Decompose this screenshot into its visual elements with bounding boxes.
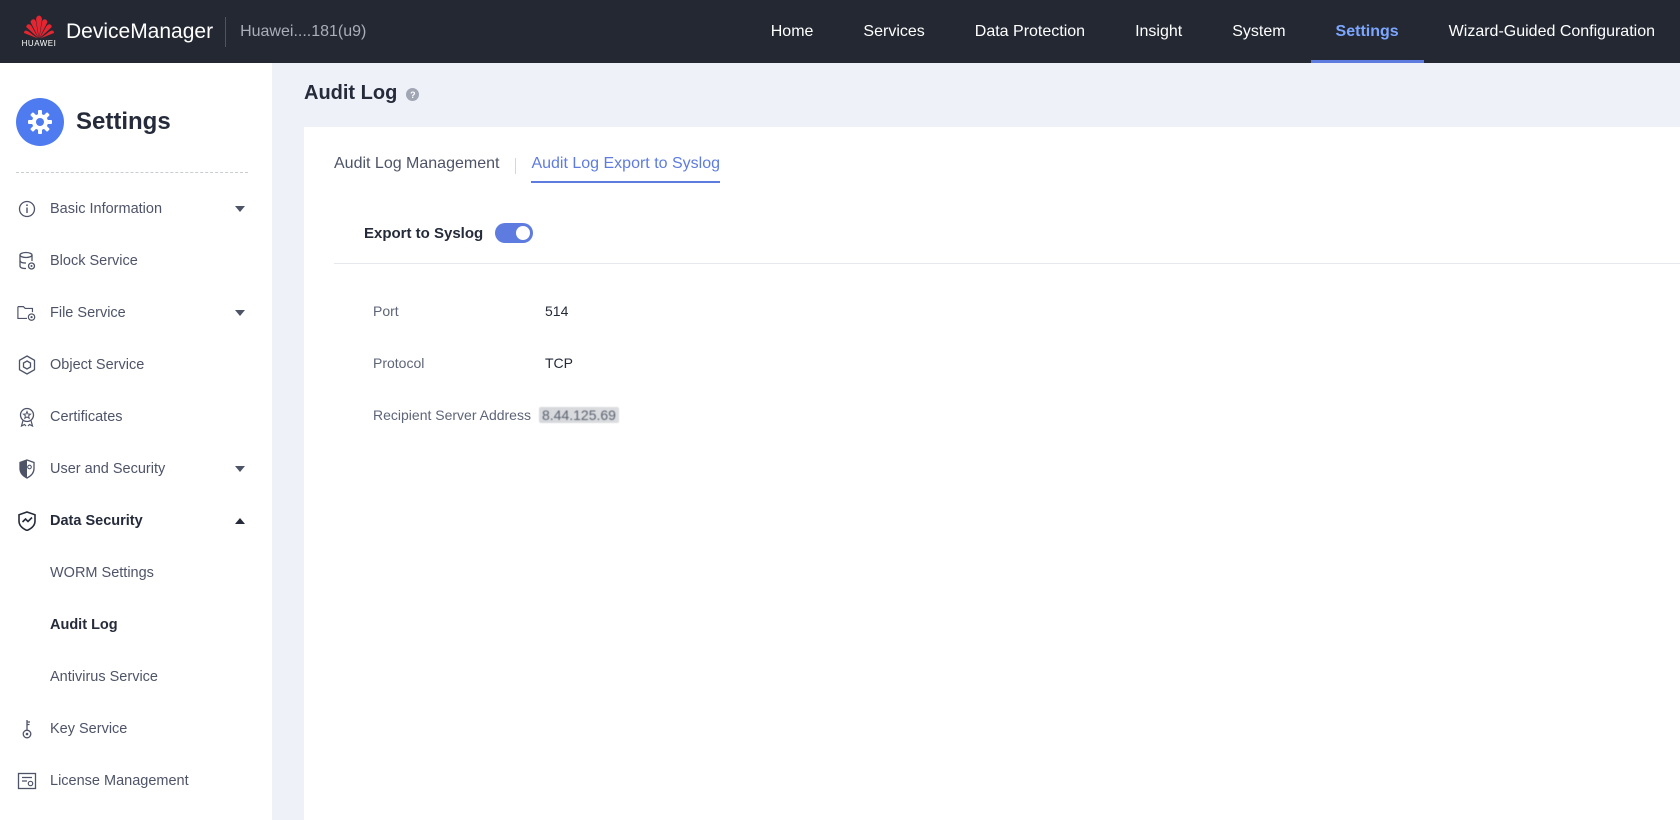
sidebar-item-user-and-security[interactable]: User and Security xyxy=(0,443,272,495)
database-icon xyxy=(17,251,37,271)
brand[interactable]: HUAWEI DeviceManager xyxy=(20,12,213,52)
sidebar-item-label: License Management xyxy=(50,773,189,789)
recipient-server-address-field: Recipient Server Address 8.44.125.69 xyxy=(373,407,619,423)
nav-settings[interactable]: Settings xyxy=(1310,0,1424,63)
sidebar-item-label: Certificates xyxy=(50,409,123,425)
app-name: DeviceManager xyxy=(66,19,214,43)
protocol-label: Protocol xyxy=(373,355,425,371)
port-value: 514 xyxy=(545,303,569,319)
sidebar-item-key-service[interactable]: Key Service xyxy=(0,703,272,755)
folder-gear-icon xyxy=(17,303,37,323)
nav-data-protection[interactable]: Data Protection xyxy=(950,0,1110,63)
protocol-field: Protocol TCP xyxy=(373,355,573,371)
badge-icon xyxy=(17,407,37,427)
sidebar-item-certificates[interactable]: Certificates xyxy=(0,391,272,443)
sidebar-item-worm-settings[interactable]: WORM Settings xyxy=(0,547,272,599)
huawei-logo: HUAWEI xyxy=(20,12,58,52)
sidebar-item-label: Key Service xyxy=(50,721,128,737)
chevron-down-icon[interactable] xyxy=(235,466,245,472)
top-bar: HUAWEI DeviceManager Huawei....181(u9) H… xyxy=(0,0,1680,63)
tab-audit-log-export-to-syslog[interactable]: Audit Log Export to Syslog xyxy=(531,155,721,183)
recipient-server-address-label: Recipient Server Address xyxy=(373,407,531,423)
export-to-syslog-switch[interactable] xyxy=(495,223,534,243)
sidebar-item-label: Basic Information xyxy=(50,201,163,217)
sidebar-item-block-service[interactable]: Block Service xyxy=(0,235,272,287)
key-icon xyxy=(17,719,37,739)
license-icon xyxy=(17,771,37,791)
shield-check-icon xyxy=(17,511,37,531)
sidebar: Settings Basic Information Block Service… xyxy=(0,63,272,820)
nav-wizard-guided-configuration[interactable]: Wizard-Guided Configuration xyxy=(1424,0,1680,63)
logo-text: HUAWEI xyxy=(21,39,57,48)
sidebar-menu: Basic Information Block Service File Ser… xyxy=(0,183,272,807)
sidebar-item-label: File Service xyxy=(50,305,126,321)
export-toggle-row: Export to Syslog xyxy=(364,223,534,243)
header-divider xyxy=(225,16,227,47)
recipient-server-address-value: 8.44.125.69 xyxy=(539,407,619,423)
port-label: Port xyxy=(373,303,399,319)
shield-icon xyxy=(17,459,37,479)
page-title: Audit Log xyxy=(304,82,398,104)
sidebar-item-label: Object Service xyxy=(50,357,145,373)
nav-insight[interactable]: Insight xyxy=(1110,0,1207,63)
device-name: Huawei....181(u9) xyxy=(240,22,367,40)
help-icon[interactable]: ? xyxy=(406,88,420,101)
protocol-value: TCP xyxy=(545,355,573,371)
port-field: Port 514 xyxy=(373,303,568,319)
nav-system[interactable]: System xyxy=(1207,0,1310,63)
info-icon xyxy=(17,199,37,219)
sidebar-item-label: User and Security xyxy=(50,461,166,477)
switch-knob xyxy=(516,226,531,240)
sidebar-item-audit-log[interactable]: Audit Log xyxy=(0,599,272,651)
nav-services[interactable]: Services xyxy=(838,0,949,63)
page-title-row: Audit Log ? xyxy=(304,82,420,105)
sidebar-header: Settings xyxy=(0,63,272,158)
sidebar-item-antivirus-service[interactable]: Antivirus Service xyxy=(0,651,272,703)
export-to-syslog-label: Export to Syslog xyxy=(364,224,484,242)
chevron-up-icon[interactable] xyxy=(235,518,245,524)
sidebar-title: Settings xyxy=(76,108,171,135)
tab-separator xyxy=(515,158,517,174)
huawei-logo-icon xyxy=(24,15,54,39)
sidebar-item-file-service[interactable]: File Service xyxy=(0,287,272,339)
main-nav: Home Services Data Protection Insight Sy… xyxy=(746,0,1680,63)
sidebar-separator xyxy=(16,172,248,173)
sidebar-item-basic-information[interactable]: Basic Information xyxy=(0,183,272,235)
tab-bar: Audit Log Management Audit Log Export to… xyxy=(334,155,721,183)
hexagon-icon xyxy=(17,355,37,375)
sidebar-item-object-service[interactable]: Object Service xyxy=(0,339,272,391)
content-card: Audit Log Management Audit Log Export to… xyxy=(304,127,1680,820)
sidebar-item-license-management[interactable]: License Management xyxy=(0,755,272,807)
section-divider xyxy=(334,263,1680,264)
sidebar-item-label: Block Service xyxy=(50,253,138,269)
sidebar-item-data-security[interactable]: Data Security xyxy=(0,495,272,547)
chevron-down-icon[interactable] xyxy=(235,310,245,316)
chevron-down-icon[interactable] xyxy=(235,206,245,212)
tab-audit-log-management[interactable]: Audit Log Management xyxy=(334,155,499,181)
sidebar-item-label: Data Security xyxy=(50,513,143,529)
settings-gear-icon xyxy=(16,98,64,146)
nav-home[interactable]: Home xyxy=(746,0,839,63)
